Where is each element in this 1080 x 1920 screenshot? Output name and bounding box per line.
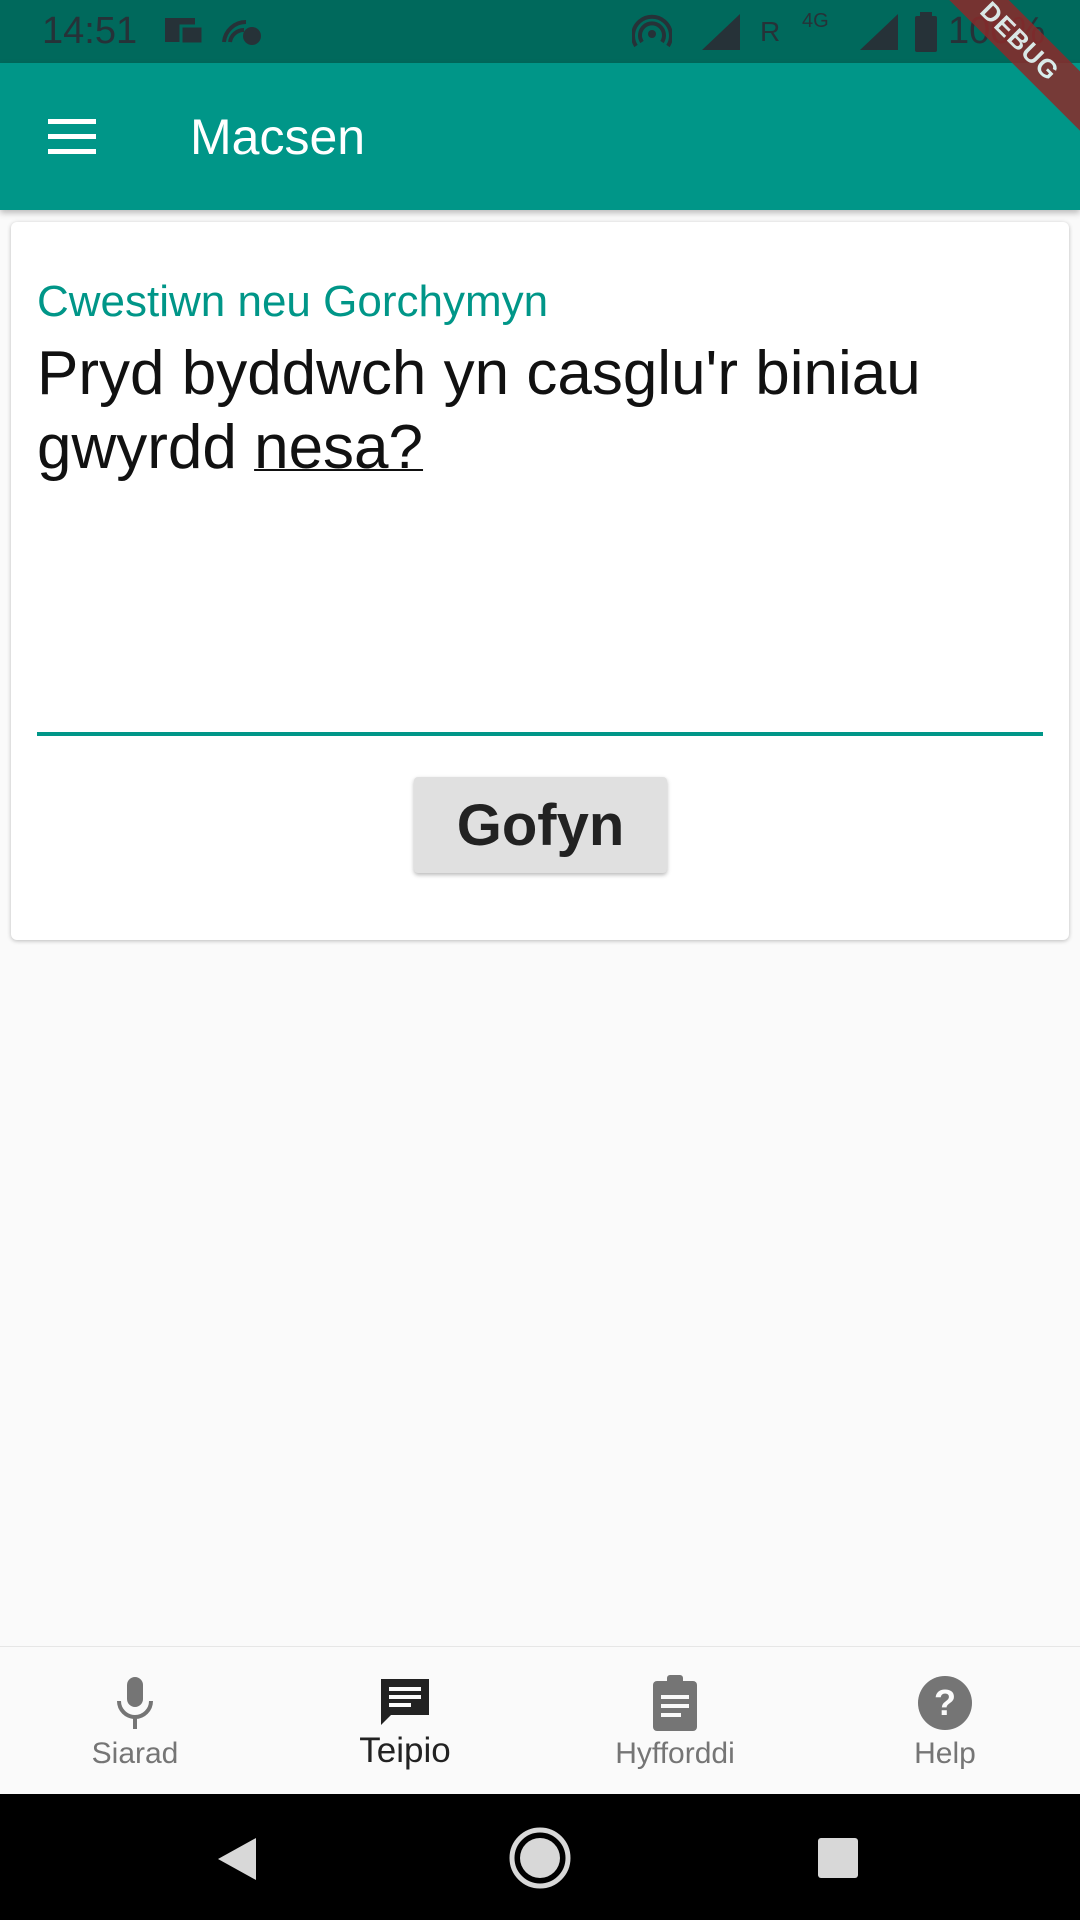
status-bar: 14:51 R 4G 100% [0, 0, 1080, 63]
signal-icon-2 [860, 14, 898, 50]
menu-button[interactable] [28, 105, 118, 169]
home-icon[interactable] [508, 1826, 572, 1890]
input-text: Pryd byddwch yn casglu'r biniau gwyrdd [37, 339, 921, 482]
system-navigation-bar [0, 1794, 1080, 1920]
roaming-indicator: R [760, 16, 781, 47]
microphone-icon [117, 1677, 153, 1729]
nav-label-siarad: Siarad [91, 1737, 179, 1770]
wifi-check-icon [222, 19, 261, 45]
battery-icon [915, 12, 937, 52]
svg-text:?: ? [934, 1682, 956, 1723]
app-bar: Macsen [0, 63, 1080, 210]
nav-item-teipio[interactable]: Teipio [270, 1647, 540, 1795]
input-card: Cwestiwn neu Gorchymyn Pryd byddwch yn c… [11, 222, 1069, 940]
status-time: 14:51 [42, 10, 138, 52]
app-title: Macsen [190, 109, 366, 165]
nav-item-siarad[interactable]: Siarad [0, 1647, 270, 1795]
ask-button[interactable]: Gofyn [414, 777, 667, 873]
question-input[interactable]: Pryd byddwch yn casglu'r biniau gwyrdd n… [37, 337, 1037, 485]
recents-icon[interactable] [816, 1836, 860, 1880]
menu-icon [48, 119, 96, 124]
help-icon: ? [918, 1676, 972, 1730]
clipboard-icon [653, 1675, 697, 1731]
network-type: 4G [802, 10, 829, 32]
bottom-navigation: Siarad Teipio Hyfforddi ? Help [0, 1646, 1080, 1794]
hotspot-icon [632, 14, 672, 48]
nav-label-help: Help [914, 1737, 976, 1770]
nav-label-hyfforddi: Hyfforddi [615, 1737, 735, 1770]
message-icon [381, 1679, 429, 1725]
input-text-underlined: nesa? [254, 413, 424, 482]
input-underline [37, 732, 1043, 736]
back-icon[interactable] [212, 1834, 262, 1884]
nav-item-help[interactable]: ? Help [810, 1647, 1080, 1795]
signal-icon [702, 14, 740, 50]
nav-item-hyfforddi[interactable]: Hyfforddi [540, 1647, 810, 1795]
notification-icon [165, 18, 205, 46]
input-label: Cwestiwn neu Gorchymyn [37, 277, 549, 326]
nav-label-teipio: Teipio [359, 1731, 451, 1770]
